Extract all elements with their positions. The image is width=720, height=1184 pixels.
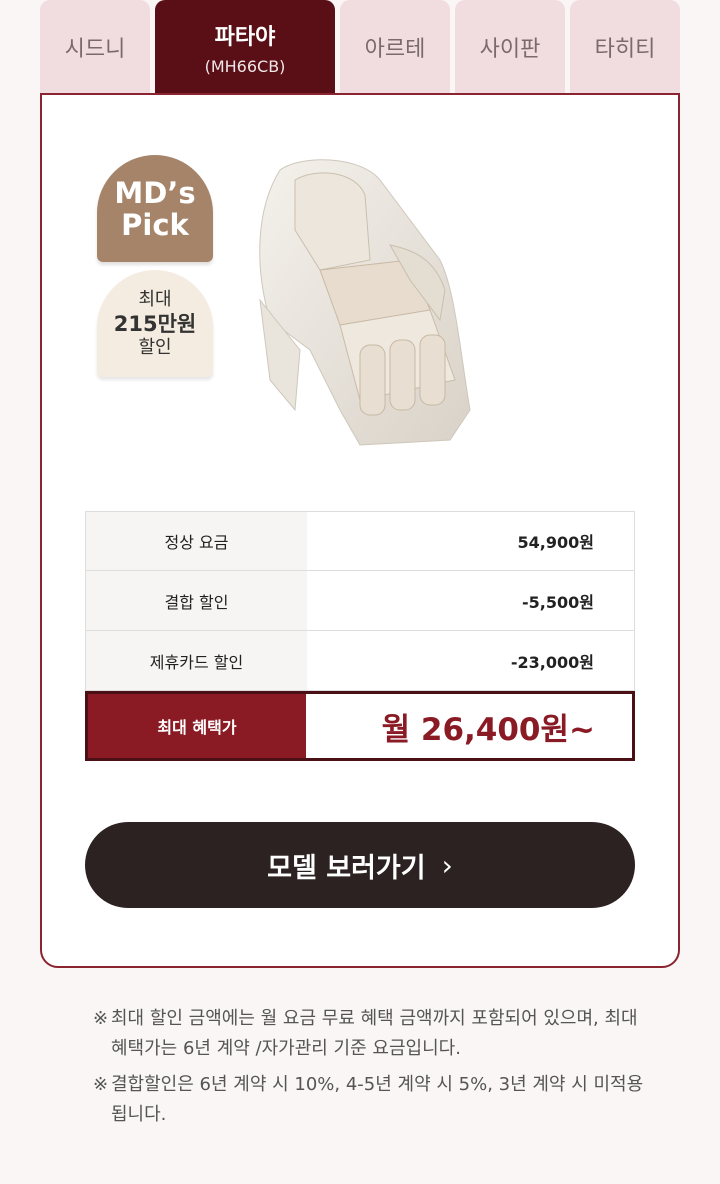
discount-badge: 최대 215만원 할인 [97, 270, 213, 377]
price-label: 결합 할인 [86, 571, 307, 630]
massage-chair-image [259, 159, 471, 446]
price-row-total: 최대 혜택가 월 26,400원~ [85, 691, 635, 761]
footnote-item: ※ 결합할인은 6년 계약 시 10%, 4-5년 계약 시 5%, 3년 계약… [93, 1070, 653, 1130]
footnote-item: ※ 최대 할인 금액에는 월 요금 무료 혜택 금액까지 포함되어 있으며, 최… [93, 1004, 653, 1064]
price-row-regular: 정상 요금 54,900원 [85, 511, 635, 571]
tab-arte[interactable]: 아르테 [340, 0, 450, 94]
discount-line3: 할인 [138, 336, 172, 358]
price-value: 54,900원 [517, 533, 594, 552]
chevron-right-icon: › [441, 848, 453, 882]
md-pick-line2: Pick [121, 207, 189, 242]
price-value: -5,500원 [522, 592, 594, 612]
footnotes: ※ 최대 할인 금액에는 월 요금 무료 혜택 금액까지 포함되어 있으며, 최… [93, 1004, 653, 1136]
total-label: 최대 혜택가 [88, 694, 306, 758]
price-value: -23,000원 [510, 652, 594, 672]
tab-pattaya[interactable]: 파타야 (MH66CB) [155, 0, 335, 94]
price-label: 제휴카드 할인 [86, 631, 307, 690]
price-label: 정상 요금 [86, 512, 307, 570]
price-row-bundle: 결합 할인 -5,500원 [85, 571, 635, 631]
view-model-label: 모델 보러가기 [267, 852, 426, 884]
tab-label: 아르테 [364, 37, 426, 62]
tab-saipan[interactable]: 사이판 [455, 0, 565, 94]
md-pick-line1: MD’s [114, 175, 196, 210]
note-text: 결합할인은 6년 계약 시 10%, 4-5년 계약 시 5%, 3년 계약 시… [111, 1074, 644, 1125]
tab-tahiti[interactable]: 타히티 [570, 0, 680, 94]
note-text: 최대 할인 금액에는 월 요금 무료 혜택 금액까지 포함되어 있으며, 최대 … [111, 1008, 638, 1059]
tab-label: 사이판 [479, 37, 541, 62]
model-tabs: 시드니 파타야 (MH66CB) 아르테 사이판 타히티 [40, 0, 680, 94]
tab-model: (MH66CB) [204, 56, 286, 76]
discount-line2: 215만원 [113, 311, 197, 336]
tab-sydney[interactable]: 시드니 [40, 0, 150, 94]
md-pick-badge: MD’s Pick [97, 155, 213, 262]
tab-label: 시드니 [64, 37, 126, 62]
tab-label: 타히티 [594, 37, 656, 62]
total-value: 월 26,400원~ [381, 711, 595, 748]
discount-line1: 최대 [138, 288, 172, 310]
price-row-card: 제휴카드 할인 -23,000원 [85, 631, 635, 691]
view-model-button[interactable]: 모델 보러가기 › [85, 822, 635, 908]
note-mark: ※ [93, 1008, 109, 1029]
tab-label: 파타야 [214, 24, 276, 50]
note-mark: ※ [93, 1074, 109, 1095]
